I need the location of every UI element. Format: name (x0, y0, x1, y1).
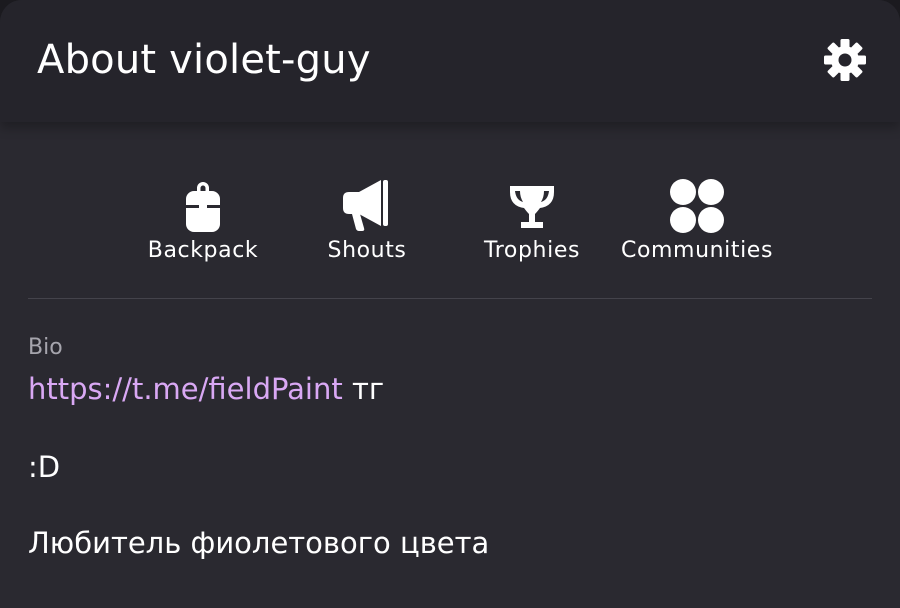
megaphone-icon (343, 180, 388, 231)
bio-line-3: Любитель фиолетового цвета (28, 526, 490, 560)
backpack-icon (186, 182, 220, 232)
panel-header: About violet-guy (0, 0, 900, 122)
four-circles-icon (670, 179, 724, 233)
trophy-icon (510, 186, 554, 228)
backpack-button[interactable]: Backpack (123, 170, 283, 280)
bio-link[interactable]: https://t.me/fieldPaint (28, 372, 343, 406)
communities-button[interactable]: Communities (617, 170, 777, 280)
bio-line-1: https://t.me/fieldPaint тг (28, 370, 384, 408)
backpack-label: Backpack (147, 238, 259, 263)
page-title: About violet-guy (37, 37, 371, 83)
communities-label: Communities (620, 238, 774, 263)
trophies-button[interactable]: Trophies (452, 170, 612, 280)
shouts-label: Shouts (327, 238, 407, 263)
divider (28, 298, 872, 299)
bio-line-2: :D (28, 450, 61, 484)
gear-icon[interactable] (822, 37, 868, 83)
trophies-label: Trophies (483, 238, 581, 263)
bio-label: Bio (28, 335, 63, 360)
profile-actions: Backpack Shouts Trophies Communities (0, 170, 900, 280)
shouts-button[interactable]: Shouts (287, 170, 447, 280)
bio-link-suffix: тг (342, 372, 385, 406)
about-panel: About violet-guy Backpack Shouts Trophie… (0, 0, 900, 608)
